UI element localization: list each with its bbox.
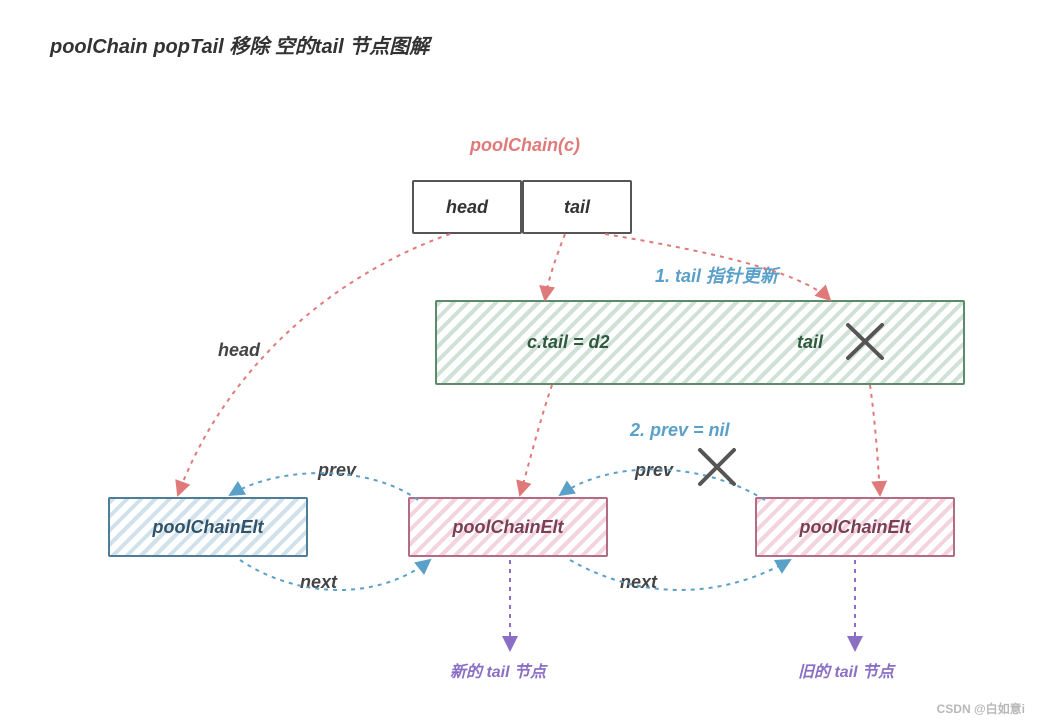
- arrow-green-to-elt2: [520, 385, 552, 495]
- arrow-tail-to-green: [545, 234, 565, 300]
- arrow-prev-2to1: [230, 473, 418, 500]
- x-mark-prev: [700, 450, 734, 484]
- arrow-head-to-elt1: [178, 234, 450, 495]
- arrow-next-1to2: [240, 560, 430, 590]
- arrow-green-to-elt3: [870, 385, 880, 495]
- arrow-next-2to3: [570, 560, 790, 590]
- arrow-tail-to-greentail: [605, 234, 830, 300]
- diagram-svg: [0, 0, 1043, 727]
- x-mark-tail: [848, 325, 882, 358]
